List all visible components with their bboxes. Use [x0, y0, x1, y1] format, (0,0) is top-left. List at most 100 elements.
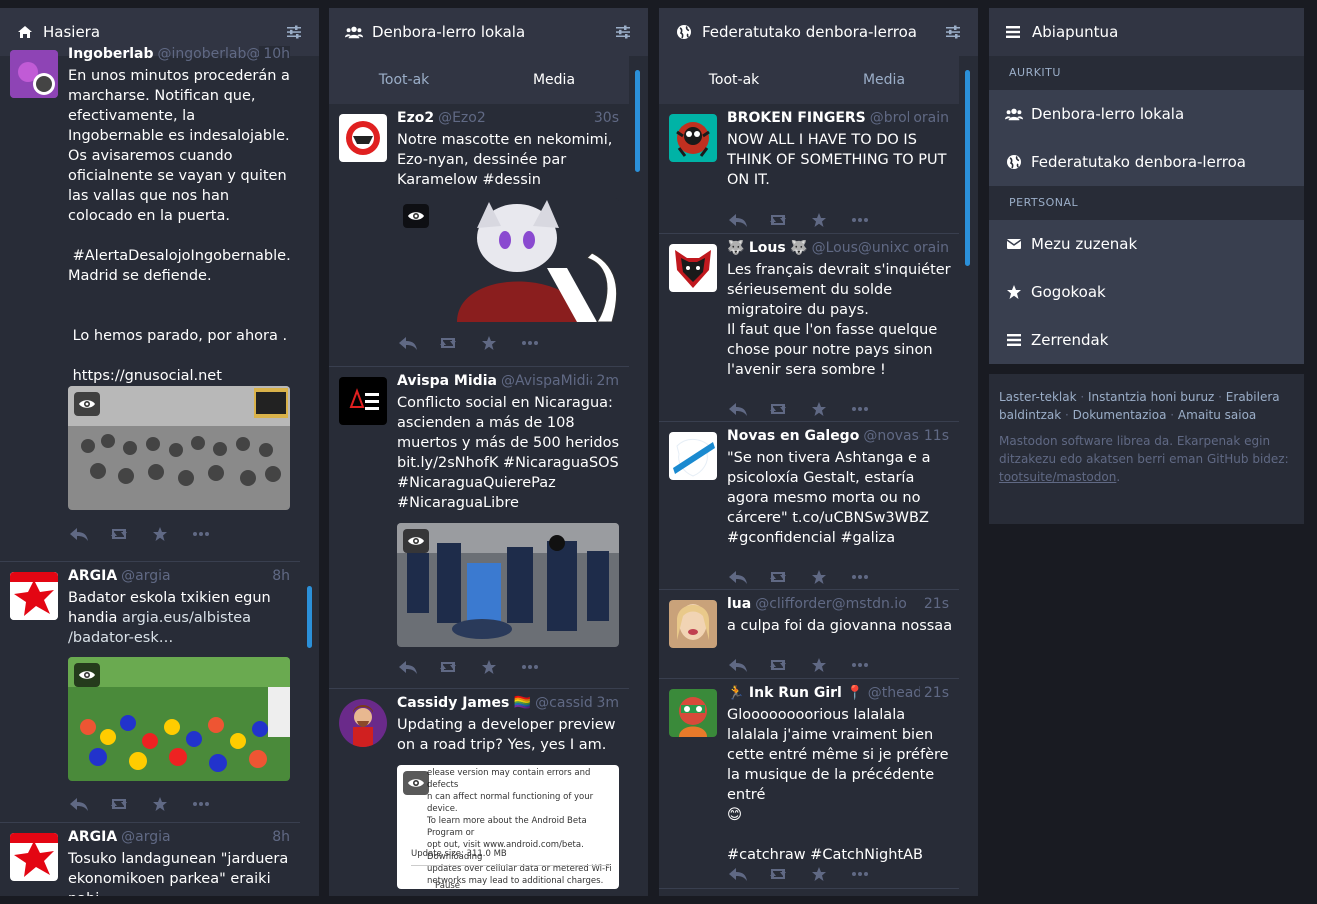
toggle-visibility-eye-icon[interactable] [403, 204, 429, 228]
timestamp[interactable]: 3m [592, 695, 619, 711]
link-logout[interactable]: Amaitu saioa [1178, 408, 1256, 422]
avatar[interactable] [669, 689, 717, 737]
status-item[interactable]: Avispa Midia @AvispaMidia 2m Conflicto so… [329, 367, 629, 689]
boost-icon[interactable] [767, 864, 789, 884]
timestamp[interactable]: orain [909, 240, 949, 256]
media-attachment[interactable] [397, 198, 619, 322]
status-item[interactable]: ARGIA @argia 8h Badator eskola txikien eg… [0, 562, 300, 823]
favourite-star-icon[interactable] [149, 794, 171, 814]
more-options-icon[interactable] [519, 657, 541, 677]
favourite-star-icon[interactable] [808, 864, 830, 884]
more-options-icon[interactable] [849, 864, 871, 884]
account-handle[interactable]: @Lous@unixc… [812, 240, 924, 256]
boost-icon[interactable] [767, 210, 789, 230]
boost-icon[interactable] [108, 524, 130, 544]
scrollbar[interactable] [635, 70, 640, 172]
nav-lists[interactable]: Zerrendak [989, 316, 1304, 364]
reply-icon[interactable] [727, 864, 749, 884]
boost-icon[interactable] [767, 399, 789, 419]
tab-media[interactable]: Media [809, 56, 959, 104]
avatar[interactable] [669, 600, 717, 648]
toggle-visibility-eye-icon[interactable] [403, 771, 429, 795]
timestamp[interactable]: orain [909, 110, 949, 126]
avatar[interactable] [669, 432, 717, 480]
status-item[interactable]: Ezo2 @Ezo2 30s Notre mascotte en nekomimi… [329, 104, 629, 367]
avatar[interactable] [339, 114, 387, 162]
boost-icon[interactable] [767, 567, 789, 587]
status-item[interactable]: 🐺 Lous 🐺 @Lous@unixc… orain Les français … [659, 234, 959, 422]
favourite-star-icon[interactable] [808, 210, 830, 230]
reply-icon[interactable] [727, 210, 749, 230]
timestamp[interactable]: 30s [589, 110, 619, 126]
scrollbar[interactable] [307, 586, 312, 648]
favourite-star-icon[interactable] [808, 399, 830, 419]
more-options-icon[interactable] [849, 210, 871, 230]
account-handle[interactable]: @argia [121, 568, 170, 584]
tab-toots[interactable]: Toot-ak [329, 56, 479, 104]
boost-icon[interactable] [108, 794, 130, 814]
scrollbar[interactable] [965, 70, 970, 266]
account-handle[interactable]: @AvispaMidia [501, 373, 598, 389]
column-settings-icon[interactable] [285, 23, 303, 41]
timestamp[interactable]: 8h [268, 568, 290, 584]
avatar[interactable] [339, 699, 387, 747]
display-name[interactable]: Cassidy James [397, 695, 509, 711]
display-name[interactable]: Novas en Galego [727, 428, 859, 444]
more-options-icon[interactable] [190, 524, 212, 544]
nav-direct-messages[interactable]: Mezu zuzenak [989, 220, 1304, 268]
display-name[interactable]: Ezo2 [397, 110, 434, 126]
more-options-icon[interactable] [849, 655, 871, 675]
more-options-icon[interactable] [849, 567, 871, 587]
avatar[interactable] [10, 572, 58, 620]
media-attachment[interactable] [68, 386, 290, 510]
display-name[interactable]: BROKEN FINGERS [727, 110, 866, 126]
display-name[interactable]: ARGIA [68, 568, 117, 584]
reply-icon[interactable] [68, 794, 90, 814]
favourite-star-icon[interactable] [808, 567, 830, 587]
status-item[interactable]: 🏃 Ink Run Girl 📍 @theadv… 21s Gloooooooor… [659, 679, 959, 889]
toggle-visibility-eye-icon[interactable] [74, 663, 100, 687]
boost-icon[interactable] [437, 333, 459, 353]
reply-icon[interactable] [727, 655, 749, 675]
link-about-instance[interactable]: Instantzia honi buruz [1088, 390, 1214, 404]
avatar[interactable] [669, 244, 717, 292]
boost-icon[interactable] [767, 655, 789, 675]
media-attachment[interactable] [397, 523, 619, 647]
account-handle[interactable]: @clifforder@mstdn.io [755, 596, 907, 612]
toggle-visibility-eye-icon[interactable] [403, 529, 429, 553]
status-item[interactable]: lua @clifforder@mstdn.io 21s a culpa foi … [659, 590, 959, 679]
status-item[interactable]: ARGIA @argia 8h Tosuko landagunean "jardu… [0, 823, 300, 896]
toggle-visibility-eye-icon[interactable] [74, 392, 100, 416]
favourite-star-icon[interactable] [808, 655, 830, 675]
nav-local-timeline[interactable]: Denbora-lerro lokala [989, 90, 1304, 138]
column-settings-icon[interactable] [614, 23, 632, 41]
display-name[interactable]: lua [727, 596, 751, 612]
timestamp[interactable]: 21s [919, 685, 949, 701]
tab-toots[interactable]: Toot-ak [659, 56, 809, 104]
reply-icon[interactable] [727, 399, 749, 419]
federated-column-header[interactable]: Federatutako denbora-lerroa [659, 8, 978, 56]
timestamp[interactable]: 2m [592, 373, 619, 389]
timestamp[interactable]: 11s [919, 428, 949, 444]
display-name[interactable]: Lous [749, 240, 786, 256]
timestamp[interactable]: 8h [268, 829, 290, 845]
link-documentation[interactable]: Dokumentazioa [1073, 408, 1167, 422]
display-name[interactable]: ARGIA [68, 829, 117, 845]
timestamp[interactable]: 10h [259, 46, 290, 62]
column-settings-icon[interactable] [944, 23, 962, 41]
reply-icon[interactable] [727, 567, 749, 587]
account-handle[interactable]: @argia [121, 829, 170, 845]
status-item[interactable]: Cassidy James 🏳️‍🌈 @cassid… 3m Updating a… [329, 689, 629, 896]
display-name[interactable]: Ink Run Girl [749, 685, 842, 701]
avatar[interactable] [339, 377, 387, 425]
timestamp[interactable]: 21s [919, 596, 949, 612]
avatar[interactable] [10, 833, 58, 881]
tab-media[interactable]: Media [479, 56, 629, 104]
link-github-repo[interactable]: tootsuite/mastodon [999, 470, 1116, 484]
more-options-icon[interactable] [519, 333, 541, 353]
media-attachment[interactable]: elease version may contain errors and de… [397, 765, 619, 889]
boost-icon[interactable] [437, 657, 459, 677]
status-item[interactable]: BROKEN FINGERS @broken… orain NOW ALL I H… [659, 104, 959, 234]
status-item[interactable]: Ingoberlab @ingoberlab@gn… 10h En unos mi… [0, 40, 300, 562]
avatar[interactable] [669, 114, 717, 162]
